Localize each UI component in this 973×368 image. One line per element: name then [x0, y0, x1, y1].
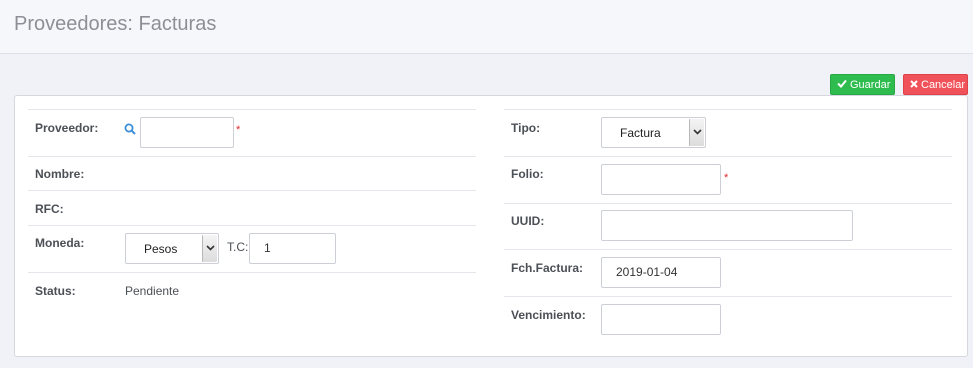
vencimiento-label: Vencimiento:	[511, 308, 586, 322]
required-marker: *	[724, 172, 729, 184]
nombre-label: Nombre:	[35, 167, 85, 181]
vencimiento-input[interactable]	[601, 304, 721, 335]
folio-label: Folio:	[511, 167, 544, 181]
page-header: Proveedores: Facturas	[0, 0, 973, 54]
row-divider	[28, 272, 476, 273]
row-divider	[28, 190, 476, 191]
row-divider	[504, 203, 952, 204]
moneda-label: Moneda:	[35, 236, 85, 250]
uuid-input[interactable]	[601, 210, 853, 241]
fecha-factura-input[interactable]: 2019-01-04	[601, 257, 721, 288]
close-icon	[910, 75, 918, 96]
tc-input[interactable]: 1	[249, 233, 336, 264]
cancel-button[interactable]: Cancelar	[903, 74, 968, 95]
status-label: Status:	[35, 284, 76, 298]
chevron-down-icon	[689, 119, 704, 146]
page-title: Proveedores: Facturas	[14, 13, 217, 35]
row-divider	[504, 156, 952, 157]
proveedor-label: Proveedor:	[35, 121, 99, 135]
moneda-select[interactable]: Pesos	[125, 233, 219, 264]
tipo-select[interactable]: Factura	[601, 117, 706, 148]
chevron-down-icon	[202, 235, 217, 262]
row-divider	[28, 156, 476, 157]
moneda-selected: Pesos	[144, 242, 178, 256]
row-divider	[504, 249, 952, 250]
row-divider	[504, 296, 952, 297]
required-marker: *	[236, 124, 241, 136]
row-divider	[504, 109, 952, 110]
save-button[interactable]: Guardar	[830, 74, 895, 95]
row-divider	[28, 109, 476, 110]
save-button-label: Guardar	[850, 79, 891, 91]
proveedor-input[interactable]	[140, 117, 234, 148]
search-icon[interactable]	[124, 123, 136, 138]
rfc-label: RFC:	[35, 202, 64, 216]
cancel-button-label: Cancelar	[921, 79, 966, 91]
fecha-factura-label: Fch.Factura:	[511, 261, 584, 275]
check-icon	[837, 75, 847, 96]
row-divider	[28, 225, 476, 226]
folio-input[interactable]	[601, 164, 721, 195]
status-value: Pendiente	[125, 284, 180, 298]
uuid-label: UUID:	[511, 214, 545, 228]
tipo-selected: Factura	[620, 126, 661, 140]
tipo-label: Tipo:	[511, 121, 541, 135]
tc-label: T.C:	[227, 240, 249, 254]
